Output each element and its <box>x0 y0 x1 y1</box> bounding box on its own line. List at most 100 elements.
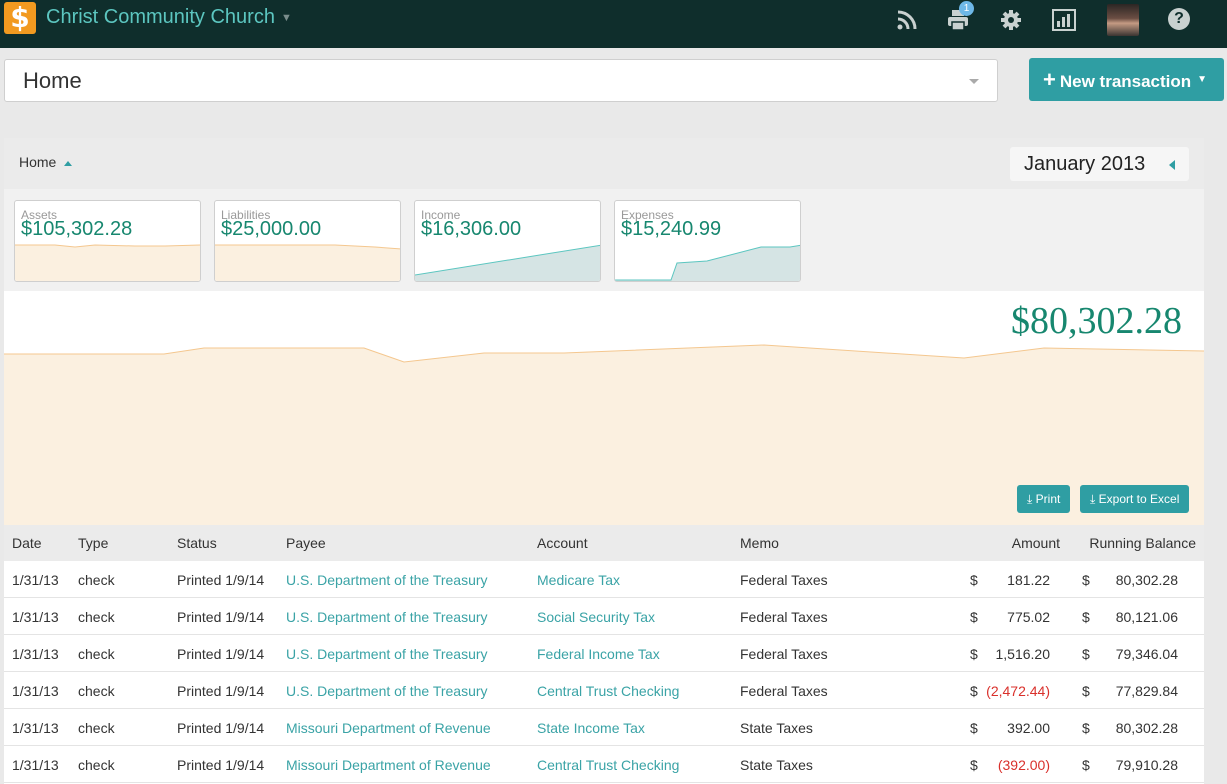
cell-amount: 392.00 <box>1007 720 1050 736</box>
cell-account-link[interactable]: Federal Income Tax <box>537 646 660 662</box>
currency-symbol: $ <box>970 720 978 736</box>
cell-running-balance: 79,910.28 <box>1115 757 1178 773</box>
period-selector[interactable]: January 2013 <box>1010 147 1189 181</box>
currency-symbol: $ <box>1082 646 1090 662</box>
table-row[interactable]: 1/31/13 check Printed 1/9/14 Missouri Depar… <box>4 746 1204 783</box>
currency-symbol: $ <box>970 609 978 625</box>
cell-payee-link[interactable]: U.S. Department of the Treasury <box>286 609 488 625</box>
reports-icon[interactable] <box>1052 8 1076 32</box>
cell-amount: 181.22 <box>1007 572 1050 588</box>
cell-payee-link[interactable]: Missouri Department of Revenue <box>286 757 491 773</box>
transactions-table-header: Date Type Status Payee Account Memo Amou… <box>4 525 1204 561</box>
chevron-up-icon <box>64 160 73 166</box>
column-header-type[interactable]: Type <box>78 535 108 551</box>
cell-memo: Federal Taxes <box>740 609 828 625</box>
income-card[interactable]: Income $16,306.00 <box>414 200 601 282</box>
column-header-running-balance[interactable]: Running Balance <box>1089 535 1196 551</box>
cell-running-balance: 79,346.04 <box>1115 646 1178 662</box>
export-excel-button[interactable]: ⤓ Export to Excel <box>1080 485 1190 513</box>
cell-amount: 775.02 <box>1007 609 1050 625</box>
cell-type: check <box>78 609 115 625</box>
column-header-amount[interactable]: Amount <box>1012 535 1060 551</box>
table-row[interactable]: 1/31/13 check Printed 1/9/14 U.S. Departmen… <box>4 598 1204 635</box>
cell-date: 1/31/13 <box>12 683 59 699</box>
cell-type: check <box>78 572 115 588</box>
gear-icon[interactable] <box>999 8 1023 32</box>
summary-cards: Assets $105,302.28 Liabilities $25,000.0… <box>4 189 1204 291</box>
cell-status: Printed 1/9/14 <box>177 720 265 736</box>
cell-running-balance: 80,121.06 <box>1115 609 1178 625</box>
liabilities-card[interactable]: Liabilities $25,000.00 <box>214 200 401 282</box>
print-button[interactable]: ⤓ Print <box>1017 485 1071 513</box>
top-navbar: $ Christ Community Church ▼ 1 ? <box>0 0 1227 48</box>
page-selector-value: Home <box>23 68 82 93</box>
table-row[interactable]: 1/31/13 check Printed 1/9/14 U.S. Departmen… <box>4 635 1204 672</box>
help-icon[interactable]: ? <box>1168 8 1190 30</box>
currency-symbol: $ <box>970 646 978 662</box>
table-row[interactable]: 1/31/13 check Printed 1/9/14 Missouri Depar… <box>4 709 1204 746</box>
cell-memo: Federal Taxes <box>740 572 828 588</box>
column-header-date[interactable]: Date <box>12 535 42 551</box>
chevron-down-icon: ▼ <box>1197 74 1208 85</box>
currency-symbol: $ <box>1082 609 1090 625</box>
card-value: $15,240.99 <box>621 218 722 240</box>
export-label: Export to Excel <box>1098 492 1180 506</box>
cell-payee-link[interactable]: U.S. Department of the Treasury <box>286 646 488 662</box>
rss-icon[interactable] <box>895 8 919 32</box>
cell-running-balance: 80,302.28 <box>1115 720 1178 736</box>
cell-status: Printed 1/9/14 <box>177 609 265 625</box>
cell-status: Printed 1/9/14 <box>177 683 265 699</box>
table-row[interactable]: 1/31/13 check Printed 1/9/14 U.S. Departmen… <box>4 561 1204 598</box>
chevron-down-icon <box>969 79 979 84</box>
avatar[interactable] <box>1107 4 1139 36</box>
column-header-payee[interactable]: Payee <box>286 535 326 551</box>
download-icon: ⤓ <box>1090 492 1096 506</box>
cell-amount: (2,472.44) <box>986 683 1050 699</box>
new-transaction-label: New transaction <box>1059 72 1192 91</box>
column-header-account[interactable]: Account <box>537 535 588 551</box>
cell-account-link[interactable]: Central Trust Checking <box>537 683 679 699</box>
page-selector[interactable]: Home <box>4 59 998 102</box>
cell-type: check <box>78 646 115 662</box>
cell-running-balance: 80,302.28 <box>1115 572 1178 588</box>
new-transaction-button[interactable]: + New transaction ▼ <box>1029 58 1224 101</box>
cell-type: check <box>78 683 115 699</box>
cell-amount: 1,516.20 <box>995 646 1051 662</box>
dashboard-panel: Home January 2013 Assets $105,302.28 Lia… <box>4 138 1204 784</box>
net-balance: $80,302.28 <box>1011 300 1182 342</box>
expenses-card[interactable]: Expenses $15,240.99 <box>614 200 801 282</box>
organization-switcher[interactable]: Christ Community Church ▼ <box>46 6 292 29</box>
cell-account-link[interactable]: Central Trust Checking <box>537 757 679 773</box>
cell-payee-link[interactable]: U.S. Department of the Treasury <box>286 683 488 699</box>
cell-memo: State Taxes <box>740 720 813 736</box>
cell-type: check <box>78 720 115 736</box>
cell-date: 1/31/13 <box>12 572 59 588</box>
currency-symbol: $ <box>970 683 978 699</box>
currency-symbol: $ <box>1082 720 1090 736</box>
print-label: Print <box>1035 492 1061 506</box>
cell-date: 1/31/13 <box>12 646 59 662</box>
previous-period-icon[interactable] <box>1169 160 1175 170</box>
cell-payee-link[interactable]: Missouri Department of Revenue <box>286 720 491 736</box>
cell-account-link[interactable]: Medicare Tax <box>537 572 620 588</box>
app-logo-icon[interactable]: $ <box>4 2 36 34</box>
breadcrumb[interactable]: Home <box>19 154 73 170</box>
period-label: January 2013 <box>1024 153 1146 175</box>
cell-account-link[interactable]: State Income Tax <box>537 720 645 736</box>
table-row[interactable]: 1/31/13 check Printed 1/9/14 U.S. Departmen… <box>4 672 1204 709</box>
cell-memo: Federal Taxes <box>740 683 828 699</box>
column-header-memo[interactable]: Memo <box>740 535 779 551</box>
card-value: $25,000.00 <box>221 218 322 240</box>
card-value: $105,302.28 <box>21 218 133 240</box>
currency-symbol: $ <box>1082 757 1090 773</box>
cell-status: Printed 1/9/14 <box>177 646 265 662</box>
cell-payee-link[interactable]: U.S. Department of the Treasury <box>286 572 488 588</box>
currency-symbol: $ <box>970 757 978 773</box>
cell-account-link[interactable]: Social Security Tax <box>537 609 655 625</box>
assets-card[interactable]: Assets $105,302.28 <box>14 200 201 282</box>
cell-date: 1/31/13 <box>12 720 59 736</box>
column-header-status[interactable]: Status <box>177 535 217 551</box>
cell-running-balance: 77,829.84 <box>1115 683 1178 699</box>
plus-icon: + <box>1043 67 1056 92</box>
cell-amount: (392.00) <box>997 757 1050 773</box>
